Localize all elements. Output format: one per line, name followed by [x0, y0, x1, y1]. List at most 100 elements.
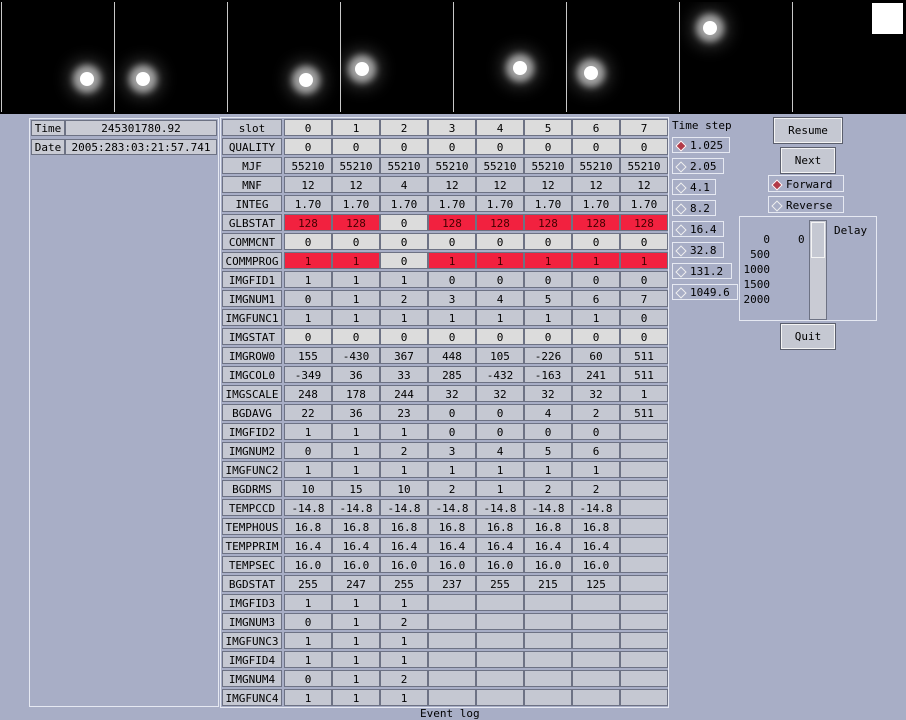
data-cell: 1 — [524, 309, 572, 326]
forward-radio[interactable]: Forward — [768, 175, 844, 192]
data-cell — [524, 689, 572, 706]
timestep-option[interactable]: 4.1 — [672, 179, 716, 195]
reverse-radio[interactable]: Reverse — [768, 196, 844, 213]
next-button[interactable]: Next — [780, 147, 836, 174]
data-cell: 0 — [284, 290, 332, 307]
row-label: IMGFID2 — [222, 423, 282, 440]
data-cell: 0 — [428, 271, 476, 288]
data-cell: 0 — [428, 328, 476, 345]
row-label: slot — [222, 119, 282, 136]
radio-unselected-icon — [675, 161, 687, 173]
data-cell: 12 — [524, 176, 572, 193]
data-cell: 1 — [380, 594, 428, 611]
data-cell: 0 — [284, 613, 332, 630]
delay-slider-track[interactable] — [809, 220, 827, 320]
data-cell: 1.70 — [332, 195, 380, 212]
row-label: IMGFUNC3 — [222, 632, 282, 649]
delay-slider-thumb[interactable] — [811, 222, 825, 258]
data-cell — [524, 594, 572, 611]
data-cell: 2 — [380, 442, 428, 459]
data-cell: 0 — [476, 328, 524, 345]
data-cell: 10 — [380, 480, 428, 497]
timestep-option[interactable]: 16.4 — [672, 221, 724, 237]
data-cell: 128 — [284, 214, 332, 231]
reverse-label: Reverse — [786, 199, 833, 212]
data-cell: 128 — [332, 214, 380, 231]
data-cell: 215 — [524, 575, 572, 592]
timestep-option-label: 32.8 — [690, 244, 717, 257]
data-cell: 55210 — [476, 157, 524, 174]
data-cell: 16.4 — [572, 537, 620, 554]
data-cell: 0 — [428, 233, 476, 250]
data-cell: 10 — [284, 480, 332, 497]
data-cell: 255 — [380, 575, 428, 592]
data-cell: 0 — [620, 138, 668, 155]
data-cell: 125 — [572, 575, 620, 592]
row-label: IMGROW0 — [222, 347, 282, 364]
date-label: Date — [31, 139, 65, 155]
data-cell: -432 — [476, 366, 524, 383]
data-cell: 1 — [428, 461, 476, 478]
data-cell: 1.70 — [620, 195, 668, 212]
data-cell: 16.0 — [428, 556, 476, 573]
data-cell: 1 — [524, 252, 572, 269]
timestep-option[interactable]: 8.2 — [672, 200, 716, 216]
data-cell — [572, 689, 620, 706]
radio-unselected-icon — [675, 287, 687, 299]
timestep-option[interactable]: 32.8 — [672, 242, 724, 258]
data-cell: 1 — [332, 651, 380, 668]
data-cell — [620, 689, 668, 706]
data-cell: 1 — [332, 670, 380, 687]
data-cell: 6 — [572, 290, 620, 307]
data-cell: 16.0 — [380, 556, 428, 573]
image-strip — [0, 0, 906, 114]
data-cell: 16.8 — [476, 518, 524, 535]
data-cell: 16.4 — [428, 537, 476, 554]
data-cell: 1 — [284, 271, 332, 288]
data-cell: 16.8 — [332, 518, 380, 535]
data-cell: 241 — [572, 366, 620, 383]
data-cell: 4 — [524, 404, 572, 421]
data-cell — [620, 423, 668, 440]
data-cell: 32 — [524, 385, 572, 402]
timestep-option[interactable]: 131.2 — [672, 263, 732, 279]
row-label: QUALITY — [222, 138, 282, 155]
data-cell: 12 — [284, 176, 332, 193]
data-cell: 0 — [476, 138, 524, 155]
data-cell: 16.4 — [284, 537, 332, 554]
slot-header: 6 — [572, 119, 620, 136]
data-cell: 1.70 — [284, 195, 332, 212]
delay-tick: 1500 — [743, 278, 771, 291]
data-cell — [620, 537, 668, 554]
data-cell — [428, 689, 476, 706]
data-cell: 178 — [332, 385, 380, 402]
data-cell: 16.4 — [380, 537, 428, 554]
quit-button[interactable]: Quit — [780, 323, 836, 350]
data-cell — [476, 613, 524, 630]
data-cell: -14.8 — [284, 499, 332, 516]
timestep-option-label: 2.05 — [690, 160, 717, 173]
data-cell: 0 — [572, 138, 620, 155]
data-cell: 511 — [620, 404, 668, 421]
data-cell: -349 — [284, 366, 332, 383]
data-cell: 16.4 — [476, 537, 524, 554]
data-cell: 0 — [284, 670, 332, 687]
timestep-option[interactable]: 1049.6 — [672, 284, 738, 300]
row-label: BGDAVG — [222, 404, 282, 421]
data-cell: 4 — [476, 442, 524, 459]
timestep-option[interactable]: 1.025 — [672, 137, 730, 153]
data-cell: 1 — [620, 385, 668, 402]
resume-button[interactable]: Resume — [773, 117, 843, 144]
data-cell: 16.8 — [428, 518, 476, 535]
data-cell: -14.8 — [476, 499, 524, 516]
data-cell: 16.0 — [332, 556, 380, 573]
data-cell: 1 — [380, 632, 428, 649]
data-cell: 1.70 — [428, 195, 476, 212]
data-cell: 1 — [620, 252, 668, 269]
data-cell: 248 — [284, 385, 332, 402]
timestep-option[interactable]: 2.05 — [672, 158, 724, 174]
data-cell — [524, 670, 572, 687]
row-label: BGDSTAT — [222, 575, 282, 592]
data-cell: 32 — [572, 385, 620, 402]
data-cell: 1 — [572, 461, 620, 478]
